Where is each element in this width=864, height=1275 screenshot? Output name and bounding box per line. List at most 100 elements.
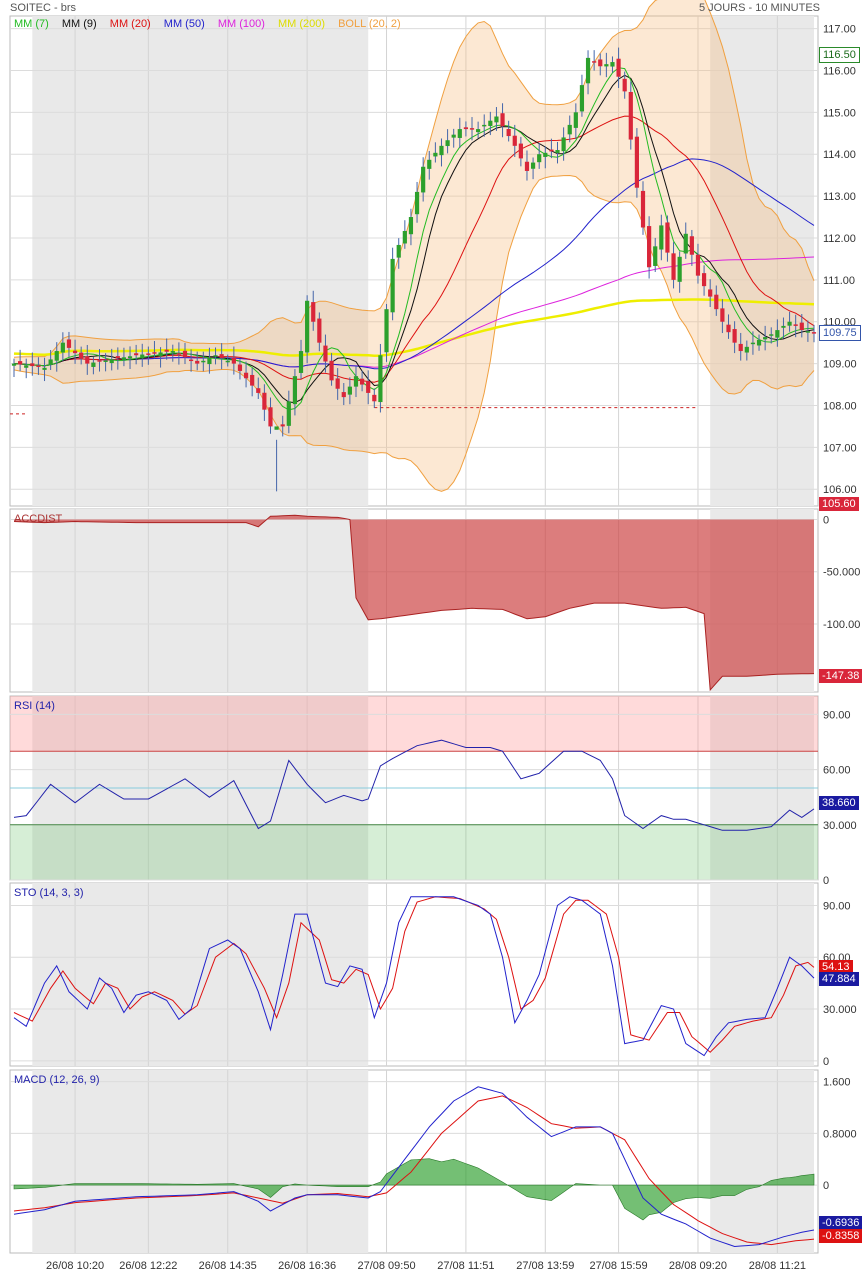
candle-body	[176, 353, 181, 355]
candle-body	[579, 85, 585, 112]
candle-body	[671, 253, 676, 280]
candle-body	[127, 356, 133, 359]
candle-body	[787, 321, 792, 326]
y-tick-label: -100.00	[823, 619, 860, 631]
candle-body	[457, 129, 462, 138]
y-tick-label: 1.600	[823, 1077, 851, 1089]
candle-body	[372, 394, 377, 402]
legend-ma20[interactable]: MM (20)	[110, 18, 151, 30]
macd-last-badge: -0.6936	[819, 1216, 863, 1230]
candle-body	[482, 124, 487, 127]
candle-body	[811, 332, 817, 334]
signal-last-badge: -0.8358	[819, 1229, 863, 1243]
candle-body	[708, 289, 713, 297]
candle-body	[573, 112, 578, 128]
candle-body	[695, 254, 701, 276]
legend-ma100[interactable]: MM (100)	[218, 18, 265, 30]
x-tick-label: 27/08 09:50	[357, 1260, 415, 1272]
price-last-badge: 109.75	[819, 325, 861, 341]
y-tick-label: 117.00	[823, 24, 856, 36]
candle-body	[311, 302, 316, 322]
candle-body	[427, 159, 432, 169]
y-tick-label: 0.8000	[823, 1128, 857, 1140]
candle-body	[170, 351, 175, 353]
candle-body	[781, 325, 786, 328]
y-tick-label: 111.00	[823, 275, 855, 287]
candle-body	[598, 59, 603, 67]
y-tick-label: 107.00	[823, 442, 857, 454]
session-shade-3-0	[32, 883, 369, 1066]
candle-body	[805, 331, 810, 333]
candle-body	[213, 355, 218, 357]
instrument-title: SOITEC - brs	[10, 2, 77, 14]
y-tick-label: 116.00	[823, 65, 856, 77]
candle-body	[439, 145, 444, 156]
candle-body	[628, 91, 633, 140]
candle-body	[585, 57, 591, 84]
chart-canvas: 117.00 116.00 115.00 114.00 113.00 112.00 111.…	[9, 0, 860, 1272]
candle-body	[744, 346, 749, 353]
candle-body	[604, 64, 609, 67]
candle-body	[207, 358, 212, 365]
session-shade-1-0	[32, 509, 369, 692]
candle-body	[506, 129, 511, 137]
candle-body	[720, 308, 725, 322]
candle-body	[243, 372, 249, 379]
legend-ma50[interactable]: MM (50)	[164, 18, 205, 30]
candle-body	[195, 360, 200, 364]
candle-body	[262, 392, 267, 410]
y-tick-label: 114.00	[823, 149, 856, 161]
candle-body	[286, 401, 291, 426]
candle-body	[188, 359, 194, 362]
legend-ma9[interactable]: MM (9)	[62, 18, 97, 30]
candle-body	[701, 273, 707, 287]
candle-body	[732, 329, 737, 343]
candle-body	[353, 376, 359, 387]
x-tick-label: 26/08 12:22	[119, 1260, 177, 1272]
candle-body	[537, 154, 542, 163]
candle-body	[518, 143, 523, 159]
y-tick-label: 112.00	[823, 233, 856, 245]
candle-body	[335, 378, 340, 389]
y-tick-label: 113.00	[823, 191, 856, 203]
candle-102	[634, 128, 640, 198]
candle-body	[384, 309, 389, 353]
candle-body	[494, 116, 499, 123]
candle-body	[359, 378, 365, 385]
candle-body	[298, 351, 304, 373]
legend-ma7[interactable]: MM (7)	[14, 18, 49, 30]
legend-ma200[interactable]: MM (200)	[278, 18, 325, 30]
candle-body	[445, 140, 450, 147]
candle-body	[274, 426, 279, 430]
candle-body	[66, 339, 72, 348]
candle-body	[689, 236, 694, 255]
y-tick-label: 109.00	[823, 359, 857, 371]
candle-body	[469, 128, 475, 130]
session-shade-4-1	[710, 1070, 814, 1253]
candle-body	[555, 150, 560, 154]
candle-body	[451, 134, 456, 138]
candle-body	[793, 324, 798, 326]
y-tick-label: 90.00	[823, 709, 851, 721]
candle-body	[292, 376, 298, 405]
candle-body	[610, 62, 615, 67]
candle-body	[561, 137, 566, 152]
candle-body	[97, 360, 102, 362]
rsi-title: RSI (14)	[14, 700, 55, 712]
candle-body	[769, 334, 774, 336]
y-tick-label: 0	[823, 875, 829, 887]
candle-body	[414, 191, 420, 215]
y-tick-label: 106.00	[823, 484, 857, 496]
y-tick-label: 0	[823, 514, 829, 526]
candle-body	[36, 365, 41, 367]
candle-body	[763, 337, 768, 340]
candle-body	[524, 161, 530, 171]
candle-body	[616, 58, 621, 77]
candle-body	[653, 246, 658, 266]
candle-body	[366, 381, 371, 393]
price-legend: MM (7) MM (9) MM (20) MM (50) MM (100) M…	[14, 18, 411, 30]
candle-body	[18, 361, 23, 365]
x-tick-label: 28/08 11:21	[749, 1260, 806, 1272]
candle-body	[268, 407, 273, 427]
legend-boll[interactable]: BOLL (20, 2)	[338, 18, 401, 30]
